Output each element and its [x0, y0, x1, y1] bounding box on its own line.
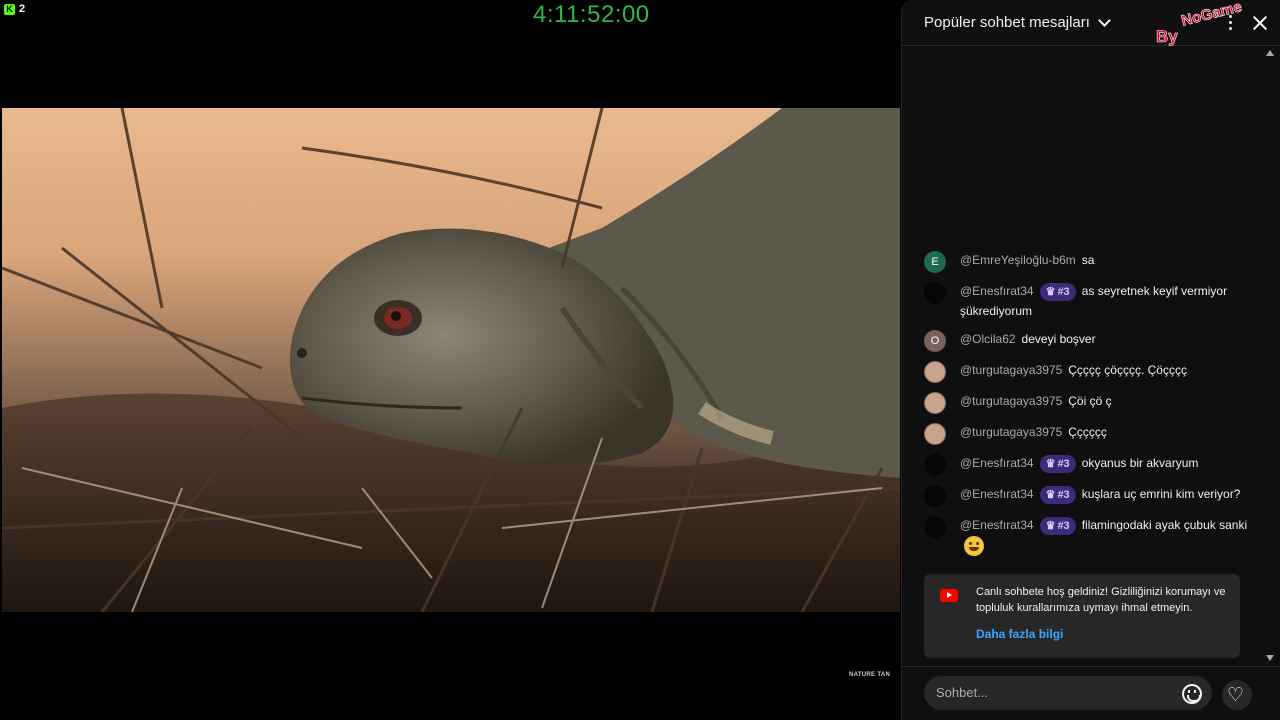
chat-username[interactable]: @Enesfırat34: [960, 487, 1034, 501]
crown-icon: ♛: [1045, 519, 1056, 532]
welcome-notice: Canlı sohbete hoş geldiniz! Gizliliğiniz…: [924, 574, 1240, 658]
welcome-text: Canlı sohbete hoş geldiniz! Gizliliğiniz…: [976, 586, 1226, 614]
logo-text-by: By: [1156, 27, 1178, 46]
avatar: E: [924, 251, 946, 273]
chat-text: kuşlara uç emrini kim veriyor?: [1081, 487, 1241, 501]
rank-badge: ♛ #3: [1039, 282, 1076, 301]
chat-message: @turgutagaya3975 Çöi çö ç: [924, 391, 1254, 414]
avatar: [924, 485, 946, 507]
chat-text: filamingodaki ayak çubuk sanki: [1081, 518, 1248, 532]
chat-input-bar: Sohbet... ♡: [902, 666, 1280, 720]
stream-timer: 4:11:52:00: [533, 1, 650, 28]
chat-text: okyanus bir akvaryum: [1081, 456, 1199, 470]
learn-more-link[interactable]: Daha fazla bilgi: [976, 626, 1228, 642]
rank-badge: ♛ #3: [1039, 454, 1076, 473]
crown-icon: ♛: [1045, 488, 1056, 501]
grinning-emoji-icon: [964, 535, 984, 556]
chat-username[interactable]: @Enesfırat34: [960, 518, 1034, 532]
kick-badge: K 2: [4, 3, 25, 15]
video-watermark: NATURE TAN: [849, 672, 891, 678]
chat-text: Ççççç çöçççç. Çöçççç: [1068, 363, 1187, 377]
chat-header: Popüler sohbet mesajları NoGame By: [902, 0, 1280, 46]
chat-input[interactable]: Sohbet...: [924, 676, 1212, 710]
video-player[interactable]: [2, 108, 900, 612]
chat-text: Çççççç: [1068, 425, 1107, 439]
youtube-icon: [940, 589, 958, 602]
chat-username[interactable]: @turgutagaya3975: [960, 425, 1062, 439]
chat-username[interactable]: @EmreYeşiloğlu-b6m: [960, 253, 1076, 267]
chat-username[interactable]: @Olcila62: [960, 332, 1016, 346]
emoji-icon[interactable]: [1182, 684, 1202, 704]
avatar: [924, 423, 946, 445]
more-vert-icon[interactable]: [1226, 15, 1234, 30]
avatar: [924, 361, 946, 383]
chat-text: deveyi boşver: [1021, 332, 1096, 346]
chat-message-list: E @EmreYeşiloğlu-b6m sa @Enesfırat34 ♛ #3 as…: [924, 250, 1254, 564]
close-icon[interactable]: [1252, 15, 1268, 31]
rank-badge: ♛ #3: [1039, 516, 1076, 535]
chat-username[interactable]: @Enesfırat34: [960, 284, 1034, 298]
chat-message: @turgutagaya3975 Ççççç çöçççç. Çöçççç: [924, 360, 1254, 383]
scroll-down-arrow[interactable]: [1266, 655, 1274, 661]
scroll-up-arrow[interactable]: [1266, 50, 1274, 56]
avatar: [924, 516, 946, 538]
kick-count: 2: [19, 3, 26, 15]
avatar: [924, 454, 946, 476]
chat-username[interactable]: @turgutagaya3975: [960, 394, 1062, 408]
stream-page: K 2 4:11:52:00 NATURE TAN Popüler sohbet…: [0, 0, 1280, 720]
chat-message: @Enesfırat34 ♛ #3 as seyretnek keyif vermiy…: [924, 281, 1254, 321]
crown-icon: ♛: [1045, 285, 1056, 298]
chat-message: @Enesfırat34 ♛ #3 filamingodaki ayak çubuk …: [924, 515, 1254, 556]
rank-badge: ♛ #3: [1039, 485, 1076, 504]
chat-title: Popüler sohbet mesajları: [924, 14, 1090, 31]
avatar: [924, 392, 946, 414]
heart-icon: ♡: [1227, 684, 1245, 706]
crown-icon: ♛: [1045, 457, 1056, 470]
lizard-scene: [2, 108, 900, 612]
avatar: O: [924, 330, 946, 352]
chat-panel: Popüler sohbet mesajları NoGame By E @Em…: [901, 0, 1280, 720]
heart-button[interactable]: ♡: [1222, 680, 1252, 710]
chat-message: @Enesfırat34 ♛ #3 kuşlara uç emrini kim ver…: [924, 484, 1254, 507]
kick-icon: K: [4, 3, 15, 15]
chat-message: @Enesfırat34 ♛ #3 okyanus bir akvaryum: [924, 453, 1254, 476]
chat-message: O @Olcila62 deveyi boşver: [924, 329, 1254, 352]
chat-message: @turgutagaya3975 Çççççç: [924, 422, 1254, 445]
chevron-down-icon: [1098, 14, 1111, 27]
chat-username[interactable]: @turgutagaya3975: [960, 363, 1062, 377]
chat-message: E @EmreYeşiloğlu-b6m sa: [924, 250, 1254, 273]
chat-mode-selector[interactable]: Popüler sohbet mesajları: [924, 14, 1111, 31]
chat-text: sa: [1081, 253, 1095, 267]
chat-text: Çöi çö ç: [1068, 394, 1112, 408]
avatar: [924, 282, 946, 304]
chat-username[interactable]: @Enesfırat34: [960, 456, 1034, 470]
